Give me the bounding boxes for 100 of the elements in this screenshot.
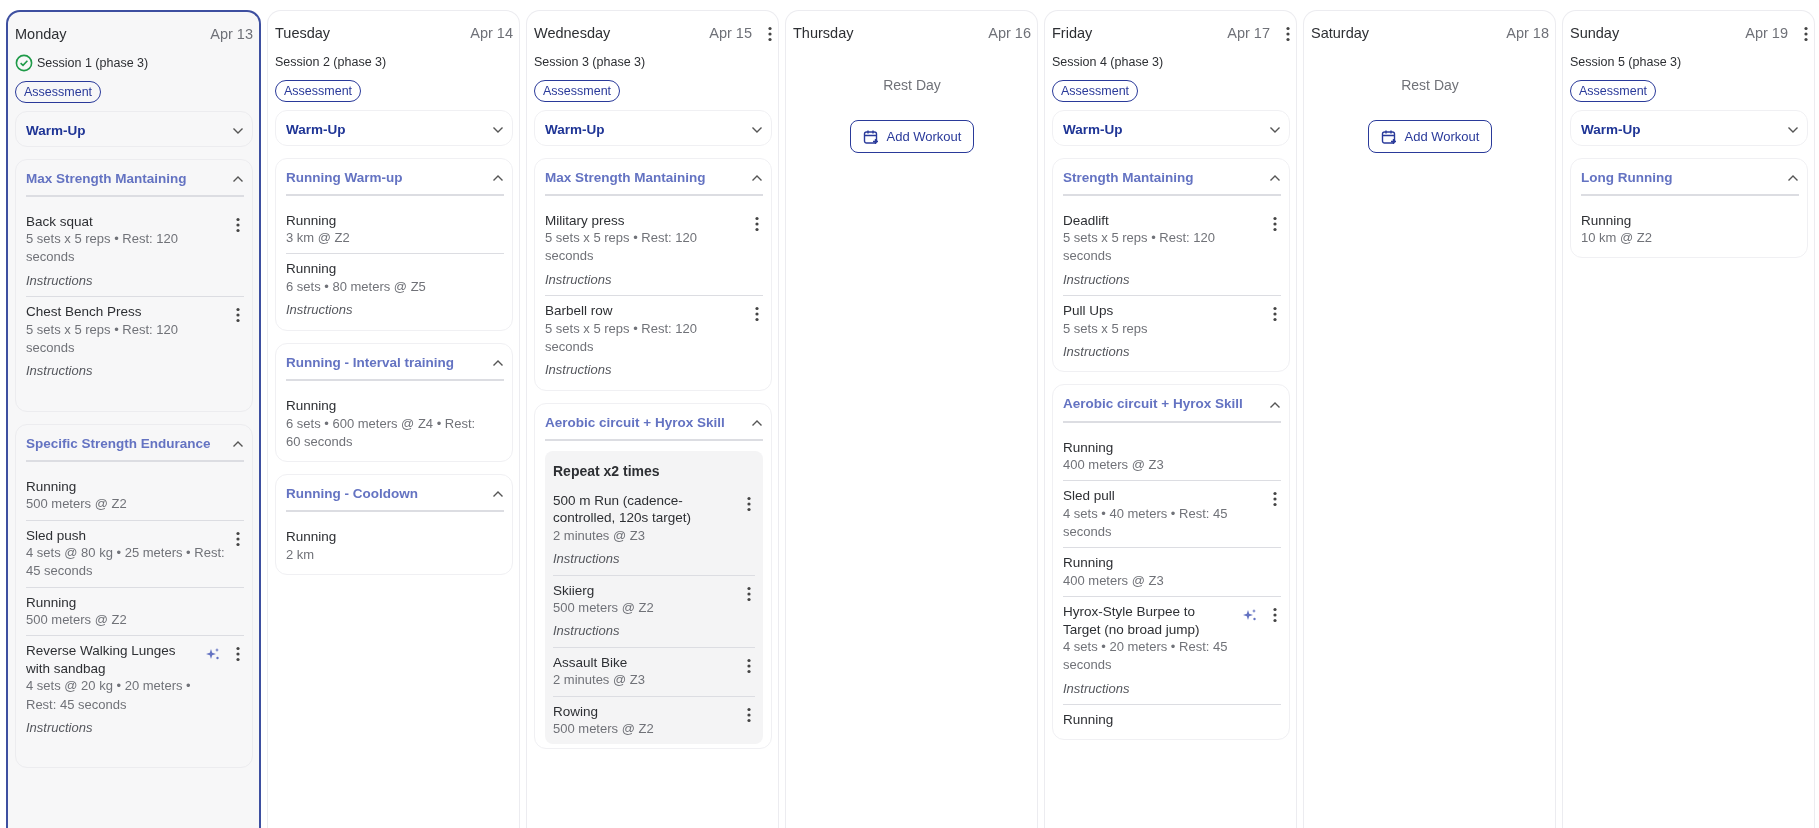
instructions-link[interactable]: Instructions — [1063, 341, 1265, 362]
day-name: Wednesday — [534, 24, 612, 43]
block-title[interactable]: Strength Mantaining — [1063, 167, 1265, 188]
exercise-item[interactable]: Running 400 meters @ Z3 — [1063, 432, 1281, 482]
exercise-detail: 4 sets • 20 meters • Rest: 45 seconds — [1063, 638, 1229, 675]
exercise-detail: 500 meters @ Z2 — [553, 599, 655, 618]
exercise-item[interactable]: Running 6 sets • 600 meters @ Z4 • Rest: 60 seconds — [286, 390, 504, 457]
exercise-item[interactable]: Reverse Walking Lunges with sandbag 4 sets @ 20 kg • 20 meters • Rest: 45 seconds Instructions — [26, 636, 244, 744]
exercise-detail: 4 sets @ 20 kg • 20 meters • Rest: 45 seconds — [26, 677, 192, 714]
add-workout-button[interactable]: Add Workout — [849, 119, 975, 154]
exercise-item[interactable]: Back squat 5 sets x 5 reps • Rest: 120 seconds Instructions — [26, 206, 244, 298]
day-date: Apr 17 — [1227, 24, 1270, 43]
exercise-name: Running — [286, 260, 338, 279]
exercise-name: Deadlift — [1063, 211, 1110, 230]
exercise-name: Running — [26, 593, 78, 612]
exercise-item[interactable]: Running 6 sets • 80 meters @ Z5 Instructions — [286, 254, 504, 326]
exercise-name: Running — [26, 477, 78, 496]
exercise-item[interactable]: Running 500 meters @ Z2 — [26, 471, 244, 521]
block-title[interactable]: Max Strength Mantaining — [26, 168, 228, 189]
exercise-item[interactable]: Barbell row 5 sets x 5 reps • Rest: 120 seconds Instructions — [545, 296, 763, 386]
exercise-name: Running — [286, 528, 338, 546]
instructions-link[interactable]: Instructions — [286, 300, 492, 320]
exercise-detail: 5 sets x 5 reps • Rest: 120 seconds — [1063, 229, 1216, 266]
exercise-item[interactable]: Sled push 4 sets @ 80 kg • 25 meters • Rest: 45 seconds — [26, 520, 244, 588]
exercise-name: Reverse Walking Lunges with sandbag — [26, 642, 177, 678]
block-title[interactable]: Aerobic circuit + Hyrox Skill — [545, 412, 747, 433]
session-label: Session 5 (phase 3) — [1570, 53, 1682, 71]
exercise-name: Running — [1063, 554, 1115, 572]
exercise-detail: 400 meters @ Z3 — [1063, 571, 1165, 590]
day-column[interactable]: Saturday Apr 18 Rest Day Add Workout — [1303, 10, 1556, 828]
block-title[interactable]: Warm-Up — [1063, 120, 1265, 141]
session-label: Session 3 (phase 3) — [534, 53, 646, 71]
day-name: Tuesday — [275, 24, 332, 43]
exercise-item[interactable]: Assault Bike 2 minutes @ Z3 — [553, 647, 755, 697]
exercise-name: Running — [1063, 711, 1115, 729]
exercise-detail: 2 minutes @ Z3 — [553, 671, 646, 690]
exercise-item[interactable]: Chest Bench Press 5 sets x 5 reps • Rest: 120 seconds Instructions — [26, 297, 244, 387]
instructions-link[interactable]: Instructions — [553, 621, 739, 641]
block-title[interactable]: Aerobic circuit + Hyrox Skill — [1063, 394, 1265, 415]
exercise-item[interactable]: Hyrox-Style Burpee to Target (no broad jump) 4 sets • 20 meters • Rest: 45 seconds Instructions — [1063, 597, 1281, 705]
exercise-item[interactable]: Running 3 km @ Z2 — [286, 205, 504, 255]
instructions-link[interactable]: Instructions — [1063, 678, 1235, 698]
exercise-name: Running — [1581, 211, 1633, 230]
session-label: Session 4 (phase 3) — [1052, 53, 1164, 71]
block-title[interactable]: Running Warm-up — [286, 167, 488, 188]
block-title[interactable]: Running - Cooldown — [286, 483, 488, 505]
day-date: Apr 14 — [470, 24, 513, 43]
exercise-detail: 500 meters @ Z2 — [26, 495, 128, 514]
day-date: Apr 13 — [210, 25, 253, 44]
exercise-name: Sled push — [26, 526, 88, 545]
exercise-name: Running — [1063, 438, 1115, 457]
day-name: Thursday — [793, 24, 855, 43]
exercise-name: 500 m Run (cadence-controlled, 120s target) — [553, 491, 693, 527]
instructions-link[interactable]: Instructions — [545, 360, 747, 380]
block-title[interactable]: Max Strength Mantaining — [545, 167, 747, 188]
exercise-name: Back squat — [26, 212, 94, 231]
exercise-item[interactable]: Running 2 km — [286, 522, 504, 570]
exercise-detail: 5 sets x 5 reps • Rest: 120 seconds — [545, 319, 698, 356]
instructions-link[interactable]: Instructions — [545, 269, 747, 290]
exercise-item[interactable]: Running 400 meters @ Z3 — [1063, 548, 1281, 598]
day-column[interactable]: Thursday Apr 16 Rest Day Add Workout — [785, 10, 1038, 828]
instructions-link[interactable]: Instructions — [26, 361, 228, 381]
instructions-link[interactable]: Instructions — [553, 549, 739, 569]
exercise-name: Pull Ups — [1063, 302, 1115, 320]
exercise-item[interactable]: Military press 5 sets x 5 reps • Rest: 120 seconds Instructions — [545, 205, 763, 297]
exercise-item[interactable]: Sled pull 4 sets • 40 meters • Rest: 45 seconds — [1063, 481, 1281, 549]
exercise-item[interactable]: Rowing 500 meters @ Z2 — [553, 696, 755, 745]
exercise-item[interactable]: Deadlift 5 sets x 5 reps • Rest: 120 seconds Instructions — [1063, 205, 1281, 297]
session-label: Session 1 (phase 3) — [37, 54, 149, 72]
exercise-item[interactable]: 500 m Run (cadence-controlled, 120s target) 2 minutes @ Z3 Instructions — [553, 485, 755, 576]
block-title[interactable]: Warm-Up — [545, 120, 747, 141]
exercise-item[interactable]: Running 10 km @ Z2 — [1581, 205, 1799, 254]
exercise-name: Rowing — [553, 702, 600, 721]
exercise-detail: 5 sets x 5 reps — [1063, 319, 1149, 338]
add-workout-button[interactable]: Add Workout — [1367, 119, 1493, 154]
block-title[interactable]: Warm-Up — [1581, 120, 1783, 141]
block-title[interactable]: Long Running — [1581, 167, 1783, 188]
exercise-name: Barbell row — [545, 302, 614, 320]
instructions-link[interactable]: Instructions — [26, 717, 198, 738]
instructions-link[interactable]: Instructions — [26, 270, 228, 291]
exercise-detail: 500 meters @ Z2 — [553, 720, 655, 739]
exercise-detail: 5 sets x 5 reps • Rest: 120 seconds — [545, 229, 698, 266]
exercise-detail: 2 km — [286, 545, 316, 564]
block-title[interactable]: Specific Strength Endurance — [26, 433, 228, 454]
day-date: Apr 15 — [709, 24, 752, 43]
block-title[interactable]: Running - Interval training — [286, 352, 488, 373]
block-title[interactable]: Warm-Up — [286, 120, 488, 141]
repeat-title: Repeat x2 times — [553, 461, 661, 481]
exercise-detail: 6 sets • 600 meters @ Z4 • Rest: 60 seconds — [286, 414, 477, 451]
exercise-detail: 6 sets • 80 meters @ Z5 — [286, 278, 427, 297]
block-title[interactable]: Warm-Up — [26, 121, 228, 142]
instructions-link[interactable]: Instructions — [1063, 269, 1265, 290]
rest-day-label: Rest Day — [1400, 75, 1460, 95]
exercise-item[interactable]: Pull Ups 5 sets x 5 reps Instructions — [1063, 296, 1281, 368]
session-label: Session 2 (phase 3) — [275, 53, 387, 71]
exercise-detail: 5 sets x 5 reps • Rest: 120 seconds — [26, 320, 179, 357]
exercise-item[interactable]: Skiierg 500 meters @ Z2 Instructions — [553, 575, 755, 648]
day-column[interactable]: Sunday Apr 19 Session 5 (phase 3) Assessment Warm-Up Long Running Running 10 km @ Z2 — [1562, 10, 1815, 828]
exercise-item[interactable]: Running 500 meters @ Z2 — [26, 587, 244, 637]
exercise-item[interactable]: Running — [1063, 705, 1281, 735]
